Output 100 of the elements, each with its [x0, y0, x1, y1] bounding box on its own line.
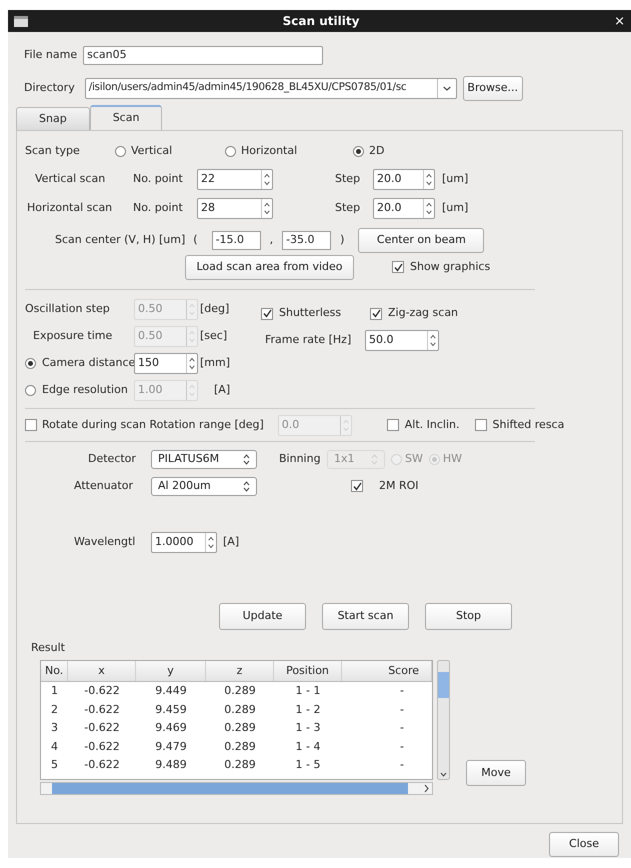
label: [um] [442, 200, 468, 216]
updown-icon [243, 480, 250, 492]
number-field[interactable]: 50.0 [365, 330, 439, 351]
checkbox[interactable] [351, 480, 363, 492]
horizontal-scrollbar[interactable] [40, 782, 433, 795]
table-cell-text: -0.622 [84, 738, 120, 755]
stepper-icon[interactable] [261, 199, 272, 218]
option-label: HW [442, 450, 462, 467]
label: Step [335, 171, 362, 188]
tab[interactable]: Snap [16, 107, 90, 130]
stepper-icon[interactable] [423, 170, 434, 189]
table-cell-text: - [400, 757, 404, 774]
label: Zig-zag scan [388, 305, 458, 322]
stepper-icon[interactable] [423, 199, 434, 218]
file-name-field[interactable]: scan05 [83, 46, 324, 64]
checkbox[interactable] [386, 419, 399, 431]
label: Show graphics [410, 258, 490, 275]
radio-button[interactable] [353, 146, 364, 156]
text-field[interactable]: -15.0 [212, 230, 261, 250]
tab[interactable]: Scan [90, 105, 162, 130]
radio-button[interactable] [225, 146, 236, 156]
label: No. point [133, 200, 184, 216]
option-label: Horizontal [241, 142, 298, 159]
number-field[interactable]: 20.0 [373, 169, 435, 190]
button[interactable]: Browse... [462, 76, 523, 100]
button[interactable]: Start scan [322, 603, 409, 630]
button[interactable]: Center on beam [358, 228, 484, 252]
updown-icon [243, 454, 250, 464]
option-label: 2D [369, 142, 384, 159]
column-header[interactable]: Position [274, 661, 342, 681]
stepper-icon[interactable] [427, 331, 438, 350]
label: [mm] [200, 355, 230, 372]
radio-button[interactable] [115, 146, 126, 156]
label: Step [335, 200, 362, 216]
label: File name [24, 46, 78, 63]
table-cell-text: - [400, 720, 404, 736]
table-cell-text: -0.622 [84, 757, 120, 774]
vertical-scrollbar[interactable] [437, 660, 450, 780]
label: Horizontal scan [26, 200, 114, 216]
label: Detector [87, 450, 137, 467]
label: Result [31, 640, 66, 656]
text-field[interactable]: -35.0 [282, 230, 332, 250]
directory-dropdown[interactable]: /isilon/users/admin45/admin45/190628_BL45XU/CPS0785/01/sc [84, 78, 457, 98]
window-title: Scan utility [282, 13, 360, 30]
checkbox[interactable] [370, 308, 382, 320]
label: Attenuator [73, 478, 134, 494]
table-cell-text: 0.289 [224, 702, 256, 718]
label: Scan type [25, 142, 81, 159]
table-cell-text: 9.459 [155, 702, 187, 718]
table-cell-text: 1 - 2 [296, 702, 320, 718]
number-field[interactable]: 28 [197, 198, 273, 219]
updown-icon [371, 454, 378, 464]
label: [deg] [200, 301, 230, 318]
label: Edge resolution [42, 382, 128, 398]
checkbox[interactable] [392, 261, 404, 273]
label: [sec] [200, 328, 228, 344]
stepper-icon[interactable] [186, 354, 197, 373]
table-cell-text: 1 - 5 [296, 757, 320, 774]
number-field[interactable]: 20.0 [373, 198, 435, 219]
option-label: SW [405, 450, 423, 467]
column-header[interactable]: Score [342, 661, 432, 681]
label: Alt. Inclin. [404, 416, 460, 433]
column-header[interactable]: No. [41, 661, 68, 681]
button[interactable]: Update [219, 603, 306, 630]
button[interactable]: Close [549, 832, 619, 857]
table-cell-text: - [400, 702, 404, 718]
table-cell-text: - [400, 738, 404, 755]
checkbox[interactable] [474, 419, 487, 431]
number-field[interactable]: 150 [134, 353, 198, 374]
number-field[interactable]: 1.0000 [151, 532, 217, 552]
button[interactable]: Move [466, 760, 526, 786]
table-cell-text: 1 - 4 [296, 738, 320, 755]
number-field[interactable]: 22 [197, 169, 273, 190]
column-header[interactable]: z [206, 661, 274, 681]
label: Vertical scan [34, 171, 106, 188]
column-header[interactable]: x [68, 661, 136, 681]
label: Camera distance [42, 355, 136, 372]
table-cell-text: 2 [51, 702, 58, 718]
stepper-icon[interactable] [205, 532, 216, 552]
bracket: ) [340, 232, 344, 248]
label: Binning [279, 450, 322, 467]
table-cell-text: -0.622 [84, 702, 120, 718]
stepper-icon[interactable] [261, 170, 272, 189]
label: Wavelengtl [73, 534, 136, 550]
dropdown[interactable]: Al 200um [151, 476, 257, 496]
close-button[interactable]: × [614, 14, 625, 28]
dropdown[interactable]: PILATUS6M [151, 450, 257, 468]
checkbox[interactable] [261, 308, 273, 320]
table-cell-text: - [400, 683, 404, 700]
button[interactable]: Stop [425, 603, 512, 630]
option-label: Vertical [131, 142, 172, 159]
column-header[interactable]: y [136, 661, 206, 681]
label: Frame rate [Hz] [264, 332, 352, 348]
button[interactable]: Load scan area from video [185, 254, 354, 280]
label: [um] [442, 171, 468, 188]
label: Shifted resca [492, 416, 564, 433]
label: Directory [24, 80, 75, 96]
label: 2M ROI [379, 478, 419, 494]
radio-button[interactable] [25, 358, 36, 369]
table-cell-text: 1 - 3 [296, 720, 320, 736]
